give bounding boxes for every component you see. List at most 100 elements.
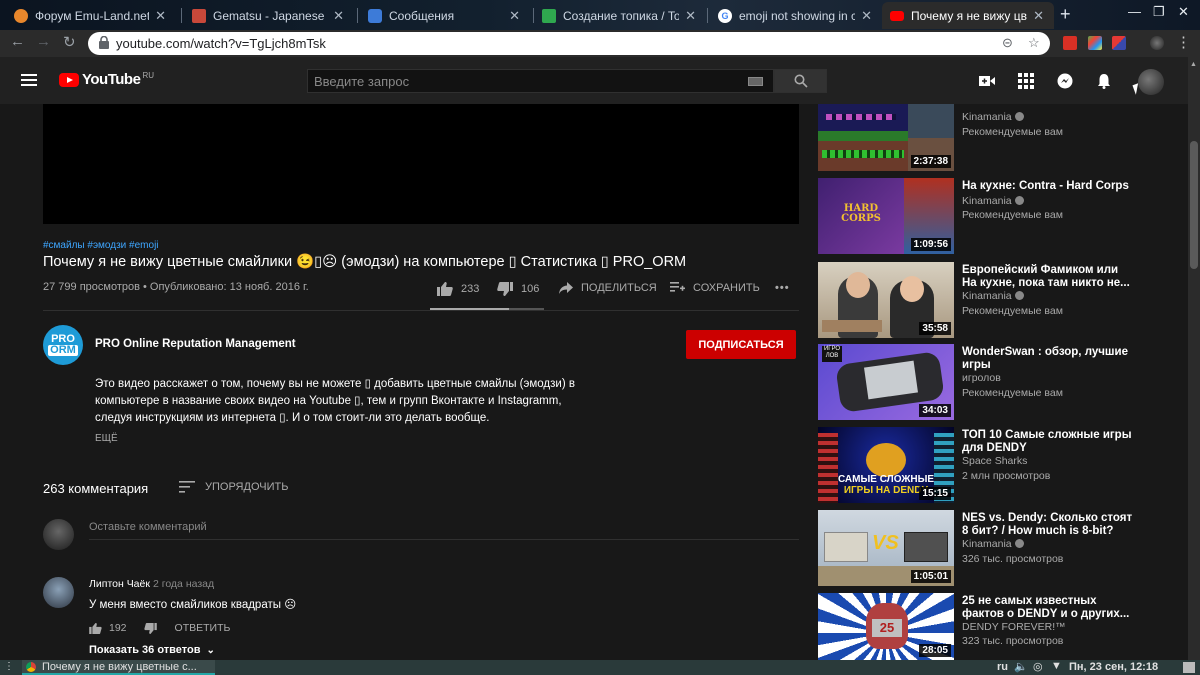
close-icon[interactable]: ✕ (509, 8, 520, 24)
close-icon[interactable]: ✕ (333, 8, 344, 24)
app-menu-icon[interactable]: ⋮ (4, 661, 14, 672)
rec-channel-name: Kinamania (962, 111, 1012, 123)
recommended-video[interactable]: VS 1:05:01 NES vs. Dendy: Сколько стоят … (818, 510, 1178, 586)
thumbs-down-icon[interactable] (143, 622, 157, 634)
tab-separator (181, 8, 182, 23)
description-line: следуя инструкциям из интернета ▯. И о т… (95, 412, 490, 424)
close-icon[interactable]: ✕ (1033, 8, 1044, 24)
shield-icon[interactable]: ◎ (1033, 660, 1043, 673)
rec-title: 25 не самых известных фактов о DENDY и о… (962, 595, 1130, 620)
dislike-count: 106 (521, 283, 540, 295)
messages-icon[interactable] (1057, 73, 1073, 89)
minimize-button[interactable]: — (1128, 4, 1141, 19)
rec-channel[interactable]: игролов (962, 372, 1001, 384)
translate-icon[interactable]: ⊝ (1002, 35, 1013, 51)
reload-icon[interactable]: ↻ (63, 33, 76, 51)
url-text: youtube.com/watch?v=TgLjch8mTsk (116, 36, 326, 51)
rec-channel[interactable]: Space Sharks (962, 455, 1027, 467)
page-scrollbar[interactable]: ▲ (1188, 57, 1200, 660)
comment-author-avatar[interactable] (43, 577, 74, 608)
back-icon[interactable]: ← (10, 33, 25, 50)
recommended-video[interactable]: 25 28:05 25 не самых известных фактов о … (818, 593, 1178, 660)
profile-icon[interactable] (1150, 36, 1164, 50)
scrollbar-thumb[interactable] (1190, 141, 1198, 269)
video-hashtags[interactable]: #смайлы #эмодзи #emoji (43, 240, 159, 251)
network-icon[interactable]: ▼ (1051, 660, 1062, 672)
comment-input[interactable]: Оставьте комментарий (89, 521, 207, 533)
browser-tab[interactable]: Gematsu - Japanese Vi ✕ (184, 2, 354, 29)
thumb-wonderswan: ИГРО ЛОВ 34:03 (818, 344, 954, 420)
comment-actions: 192 ОТВЕТИТЬ (89, 622, 230, 634)
like-count: 233 (461, 283, 480, 295)
close-icon[interactable]: ✕ (685, 8, 696, 24)
comment-header: Липтон Чаёк 2 года назад (89, 578, 214, 590)
keyboard-layout[interactable]: ru (997, 661, 1008, 673)
adblock-extension-icon[interactable] (1063, 36, 1077, 50)
browser-tab[interactable]: G emoji not showing in c ✕ (710, 2, 882, 29)
search-button[interactable] (774, 69, 827, 93)
rec-views: Рекомендуемые вам (962, 209, 1063, 221)
close-icon[interactable]: ✕ (861, 8, 872, 24)
google-icon: G (718, 8, 732, 23)
youtube-logo[interactable]: YouTube RU (59, 71, 154, 88)
new-tab-button[interactable]: + (1060, 4, 1071, 25)
forward-icon[interactable]: → (36, 33, 51, 50)
recommended-video[interactable]: САМЫЕ СЛОЖНЫЕ ИГРЫ НА DENDY 15:15 ТОП 10… (818, 427, 1178, 503)
bookmark-star-icon[interactable]: ☆ (1028, 35, 1040, 51)
address-bar[interactable]: youtube.com/watch?v=TgLjch8mTsk ⊝ ☆ (88, 32, 1050, 55)
thumb-25-facts: 25 28:05 (818, 593, 954, 660)
create-video-icon[interactable] (979, 73, 995, 89)
taskbar-window-item[interactable]: Почему я не вижу цветные с... (22, 660, 215, 675)
recommended-video[interactable]: 35:58 Европейский Фамиком или На кухне, … (818, 262, 1178, 338)
recommended-video[interactable]: ИГРО ЛОВ 34:03 WonderSwan : обзор, лучши… (818, 344, 1178, 420)
channel-name[interactable]: PRO Online Reputation Management (95, 338, 296, 350)
account-avatar[interactable] (1138, 69, 1164, 95)
show-replies-button[interactable]: Показать 36 ответов ⌄ (89, 644, 215, 656)
browser-tab[interactable]: Создание топика / To ✕ (534, 2, 706, 29)
browser-tab[interactable]: Форум Emu-Land.net ✕ (6, 2, 176, 29)
rec-channel[interactable]: DENDY FOREVER!™ (962, 621, 1066, 633)
close-window-button[interactable]: ✕ (1178, 4, 1189, 20)
comment-author[interactable]: Липтон Чаёк (89, 578, 150, 590)
rec-channel-name: Kinamania (962, 538, 1012, 550)
keyboard-icon[interactable] (748, 77, 763, 86)
extension-icon[interactable] (1088, 36, 1102, 50)
rec-views: Рекомендуемые вам (962, 305, 1063, 317)
like-button[interactable]: 233 (437, 282, 479, 296)
thumbs-up-icon[interactable] (89, 622, 102, 634)
menu-icon[interactable] (21, 74, 37, 86)
apps-icon[interactable] (1018, 73, 1034, 89)
rec-channel[interactable]: Kinamania (962, 538, 1024, 550)
recommended-video[interactable]: HARD CORPS 1:09:56 На кухне: Contra - Ha… (818, 178, 1178, 254)
channel-avatar[interactable]: PRO ORM (43, 325, 83, 365)
clock[interactable]: Пн, 23 сен, 12:18 (1069, 661, 1158, 673)
browser-tab[interactable]: Сообщения ✕ (360, 2, 530, 29)
search-input[interactable] (308, 70, 773, 92)
share-button[interactable]: ПОДЕЛИТЬСЯ (559, 282, 657, 294)
maximize-button[interactable]: ❐ (1153, 4, 1165, 20)
save-button[interactable]: СОХРАНИТЬ (670, 282, 760, 294)
browser-menu-icon[interactable]: ⋮ (1176, 33, 1191, 51)
dislike-button[interactable]: 106 (497, 282, 539, 296)
recommended-video[interactable]: 2:37:38 Kinamania Рекомендуемые вам (818, 95, 1178, 171)
video-player[interactable] (43, 104, 799, 224)
more-actions-icon[interactable]: ••• (775, 282, 790, 294)
close-icon[interactable]: ✕ (155, 8, 166, 24)
extension-icon[interactable] (1112, 36, 1126, 50)
reply-button[interactable]: ОТВЕТИТЬ (175, 622, 231, 634)
search-icon (794, 74, 808, 88)
rec-channel[interactable]: Kinamania (962, 290, 1024, 302)
subscribe-button[interactable]: ПОДПИСАТЬСЯ (686, 330, 796, 359)
scroll-up-icon[interactable]: ▲ (1190, 61, 1197, 68)
browser-tab-active[interactable]: Почему я не вижу цве ✕ (882, 2, 1054, 29)
comment-date[interactable]: 2 года назад (153, 578, 214, 590)
notifications-bell-icon[interactable] (1096, 73, 1112, 89)
sort-comments-button[interactable]: УПОРЯДОЧИТЬ (179, 481, 288, 493)
volume-icon[interactable]: 🔈 (1014, 660, 1028, 673)
rec-channel[interactable]: Kinamania (962, 111, 1024, 123)
rec-channel[interactable]: Kinamania (962, 195, 1024, 207)
thumb-kitchen: 35:58 (818, 262, 954, 338)
show-desktop-icon[interactable] (1183, 662, 1195, 673)
emu-land-icon (14, 8, 28, 23)
show-more-button[interactable]: ЕЩЁ (95, 433, 118, 444)
